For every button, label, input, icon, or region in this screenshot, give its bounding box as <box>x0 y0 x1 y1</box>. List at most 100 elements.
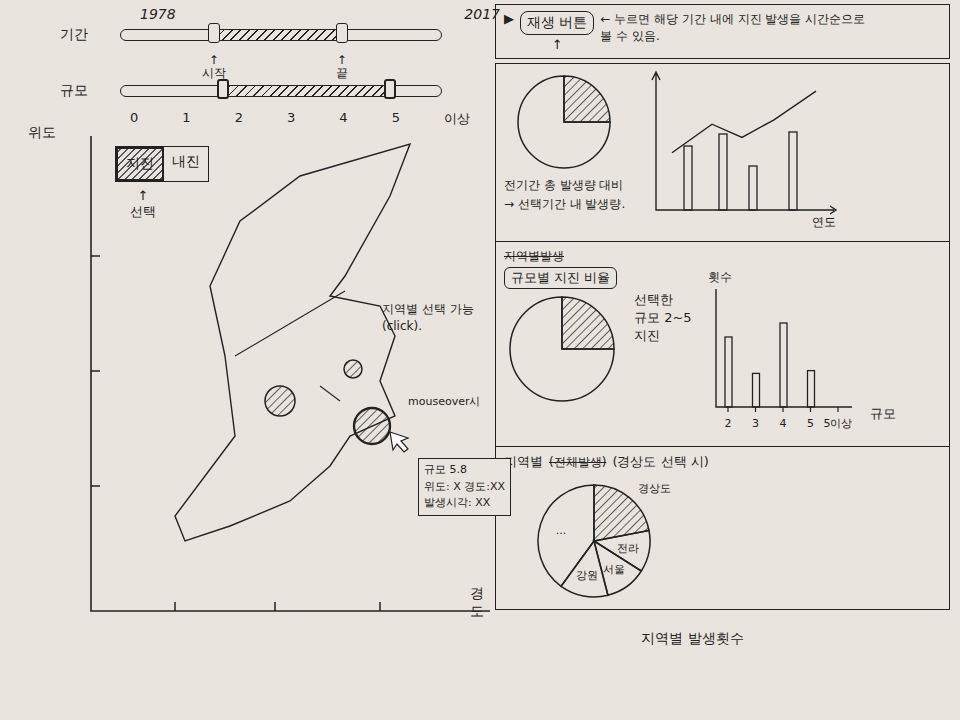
chart-bar <box>749 166 757 210</box>
slider-handle[interactable] <box>217 79 229 99</box>
chart-bar <box>780 323 787 407</box>
play-control: 재생 버튼 ↑ <box>520 11 594 52</box>
struck-label: 지역별발생 <box>504 248 941 265</box>
tick-label: 1 <box>182 110 190 128</box>
toggle-button[interactable]: 지진 <box>116 147 164 181</box>
play-icon[interactable]: ▶ <box>504 11 514 26</box>
slider-handle[interactable] <box>336 23 348 43</box>
type-toggle: 지진내진 <box>115 146 209 182</box>
slice-label: 강원 <box>576 569 598 582</box>
panel-title-row: 지역별(전체발생)(경상도 선택 시) <box>504 453 941 471</box>
earthquake-marker[interactable] <box>344 360 362 378</box>
filter-sliders: 19782017기간↑시작↑끝규모012345이상 <box>0 0 495 130</box>
toggle-button[interactable]: 내진 <box>164 147 208 181</box>
pie-slice[interactable] <box>561 541 608 597</box>
pie-slice[interactable] <box>518 76 610 168</box>
panel-row: 규모별 지진 비율선택한규모 2~5지진 횟수 2 3 4 5 5이상 규모 <box>504 267 941 437</box>
tick-label: 이상 <box>444 110 470 128</box>
chart-bar <box>684 146 692 210</box>
note-text: 규모 2~5 <box>634 309 692 327</box>
pie-slice[interactable] <box>538 485 594 586</box>
chart-bar <box>719 134 727 210</box>
pie-slice[interactable] <box>510 297 614 401</box>
caption: → 선택기간 내 발생량. <box>504 196 634 213</box>
slider-label: 기간 <box>60 26 120 44</box>
period-pie <box>504 70 634 175</box>
chart-line <box>672 91 816 153</box>
chart-bar <box>789 132 797 210</box>
tick-label: 5 <box>392 110 400 128</box>
slice-label: 경상도 <box>638 482 671 495</box>
pie-annotation: 선택한규모 2~5지진 <box>634 291 692 346</box>
left-pane: 19782017기간↑시작↑끝규모012345이상위도지진내진↑선택지역별 선택… <box>0 0 495 720</box>
start-year: 1978 <box>140 6 176 22</box>
slice-label: 서울 <box>603 563 625 576</box>
chart-bar <box>807 371 814 407</box>
marker-tooltip: 규모 5.8위도: X 경도:XX발생시각: XX <box>418 458 511 516</box>
arrow-icon: ↑ <box>130 188 156 204</box>
tick-label: 5이상 <box>823 417 852 430</box>
tick-label: 0 <box>130 110 138 128</box>
tick-label: 5 <box>807 417 814 430</box>
x-axis-label: 경도 <box>470 585 495 621</box>
map-area: 위도지진내진↑선택지역별 선택 가능(click).mouseover시규모 5… <box>0 130 495 720</box>
y-axis-label: 위도 <box>28 124 56 142</box>
period-panel: 전기간 총 발생량 대비 → 선택기간 내 발생량. 연도 <box>496 64 949 242</box>
magnitude-pie <box>504 291 624 406</box>
x-axis-label: 연도 <box>812 215 836 229</box>
handle-label: ↑시작 <box>202 54 226 80</box>
pie-slice[interactable] <box>564 76 610 122</box>
tooltip-line: 위도: X 경도:XX <box>424 479 505 496</box>
earthquake-marker[interactable] <box>354 408 390 444</box>
tick-label: 2 <box>235 110 243 128</box>
slider-handle[interactable] <box>208 23 220 43</box>
tick-label: 4 <box>779 417 786 430</box>
hover-note: mouseover시 <box>408 394 480 409</box>
period-slider: 기간↑시작↑끝 <box>60 26 495 44</box>
panel-title: 규모별 지진 비율 <box>504 267 617 289</box>
play-button[interactable]: 재생 버튼 <box>520 11 594 35</box>
chart-bar <box>835 406 842 407</box>
region-pie: 경상도전라서울 강원... <box>524 473 734 603</box>
x-axis-label: 규모 <box>870 405 896 423</box>
struck-label: (전체발생) <box>549 454 606 471</box>
magnitude-slider: 규모 <box>60 82 495 100</box>
slider-fill <box>223 86 389 96</box>
note-text: ← 누르면 해당 기간 내에 지진 발생을 시간순으로 <box>600 11 865 28</box>
slider-track[interactable]: ↑시작↑끝 <box>120 29 442 41</box>
panel-note: (경상도 선택 시) <box>612 453 708 471</box>
pie-row: 선택한규모 2~5지진 <box>504 291 692 406</box>
magnitude-panel: 지역별발생규모별 지진 비율선택한규모 2~5지진 횟수 2 3 4 5 5이상 규모 <box>496 242 949 447</box>
slice-label: ... <box>556 524 567 537</box>
arrow-icon: ↑ <box>552 37 563 52</box>
chart-bar <box>752 373 759 407</box>
magnitude-ticks: 012345이상 <box>130 110 470 128</box>
handle-label: ↑끝 <box>336 54 348 80</box>
slice-label: 전라 <box>617 542 639 555</box>
spacer <box>60 48 495 78</box>
slider-fill <box>214 30 342 40</box>
map-canvas[interactable]: 지진내진↑선택지역별 선택 가능(click).mouseover시규모 5.8… <box>90 136 500 616</box>
play-box: ▶ 재생 버튼 ↑ ← 누르면 해당 기간 내에 지진 발생을 시간순으로볼 수 있음… <box>495 4 950 59</box>
tooltip-line: 발생시각: XX <box>424 495 505 512</box>
pie-slice[interactable] <box>562 297 614 349</box>
note-text: 볼 수 있음. <box>600 28 865 45</box>
region-panel: 지역별(전체발생)(경상도 선택 시)경상도전라서울강원... <box>496 447 949 609</box>
slider-label: 규모 <box>60 82 120 100</box>
note-text: 선택한 <box>634 291 692 309</box>
y-axis-label: 횟수 <box>708 270 732 284</box>
panel-row: 전기간 총 발생량 대비 → 선택기간 내 발생량. 연도 <box>504 70 941 230</box>
note-text: (click). <box>382 318 474 335</box>
cursor-icon <box>390 432 408 452</box>
caption: 전기간 총 발생량 대비 <box>504 177 634 194</box>
note-text: 지역별 선택 가능 <box>382 301 474 318</box>
tick-label: 3 <box>752 417 759 430</box>
tick-label: 2 <box>724 417 731 430</box>
play-note: ← 누르면 해당 기간 내에 지진 발생을 시간순으로볼 수 있음. <box>600 11 865 45</box>
slider-handle[interactable] <box>384 79 396 99</box>
year-range: 19782017 <box>140 6 500 22</box>
earthquake-marker[interactable] <box>265 386 295 416</box>
slider-track[interactable] <box>120 85 442 97</box>
region-outline[interactable] <box>175 144 410 541</box>
chart-panels: 전기간 총 발생량 대비 → 선택기간 내 발생량. 연도지역별발생규모별 지진 비… <box>495 63 950 610</box>
